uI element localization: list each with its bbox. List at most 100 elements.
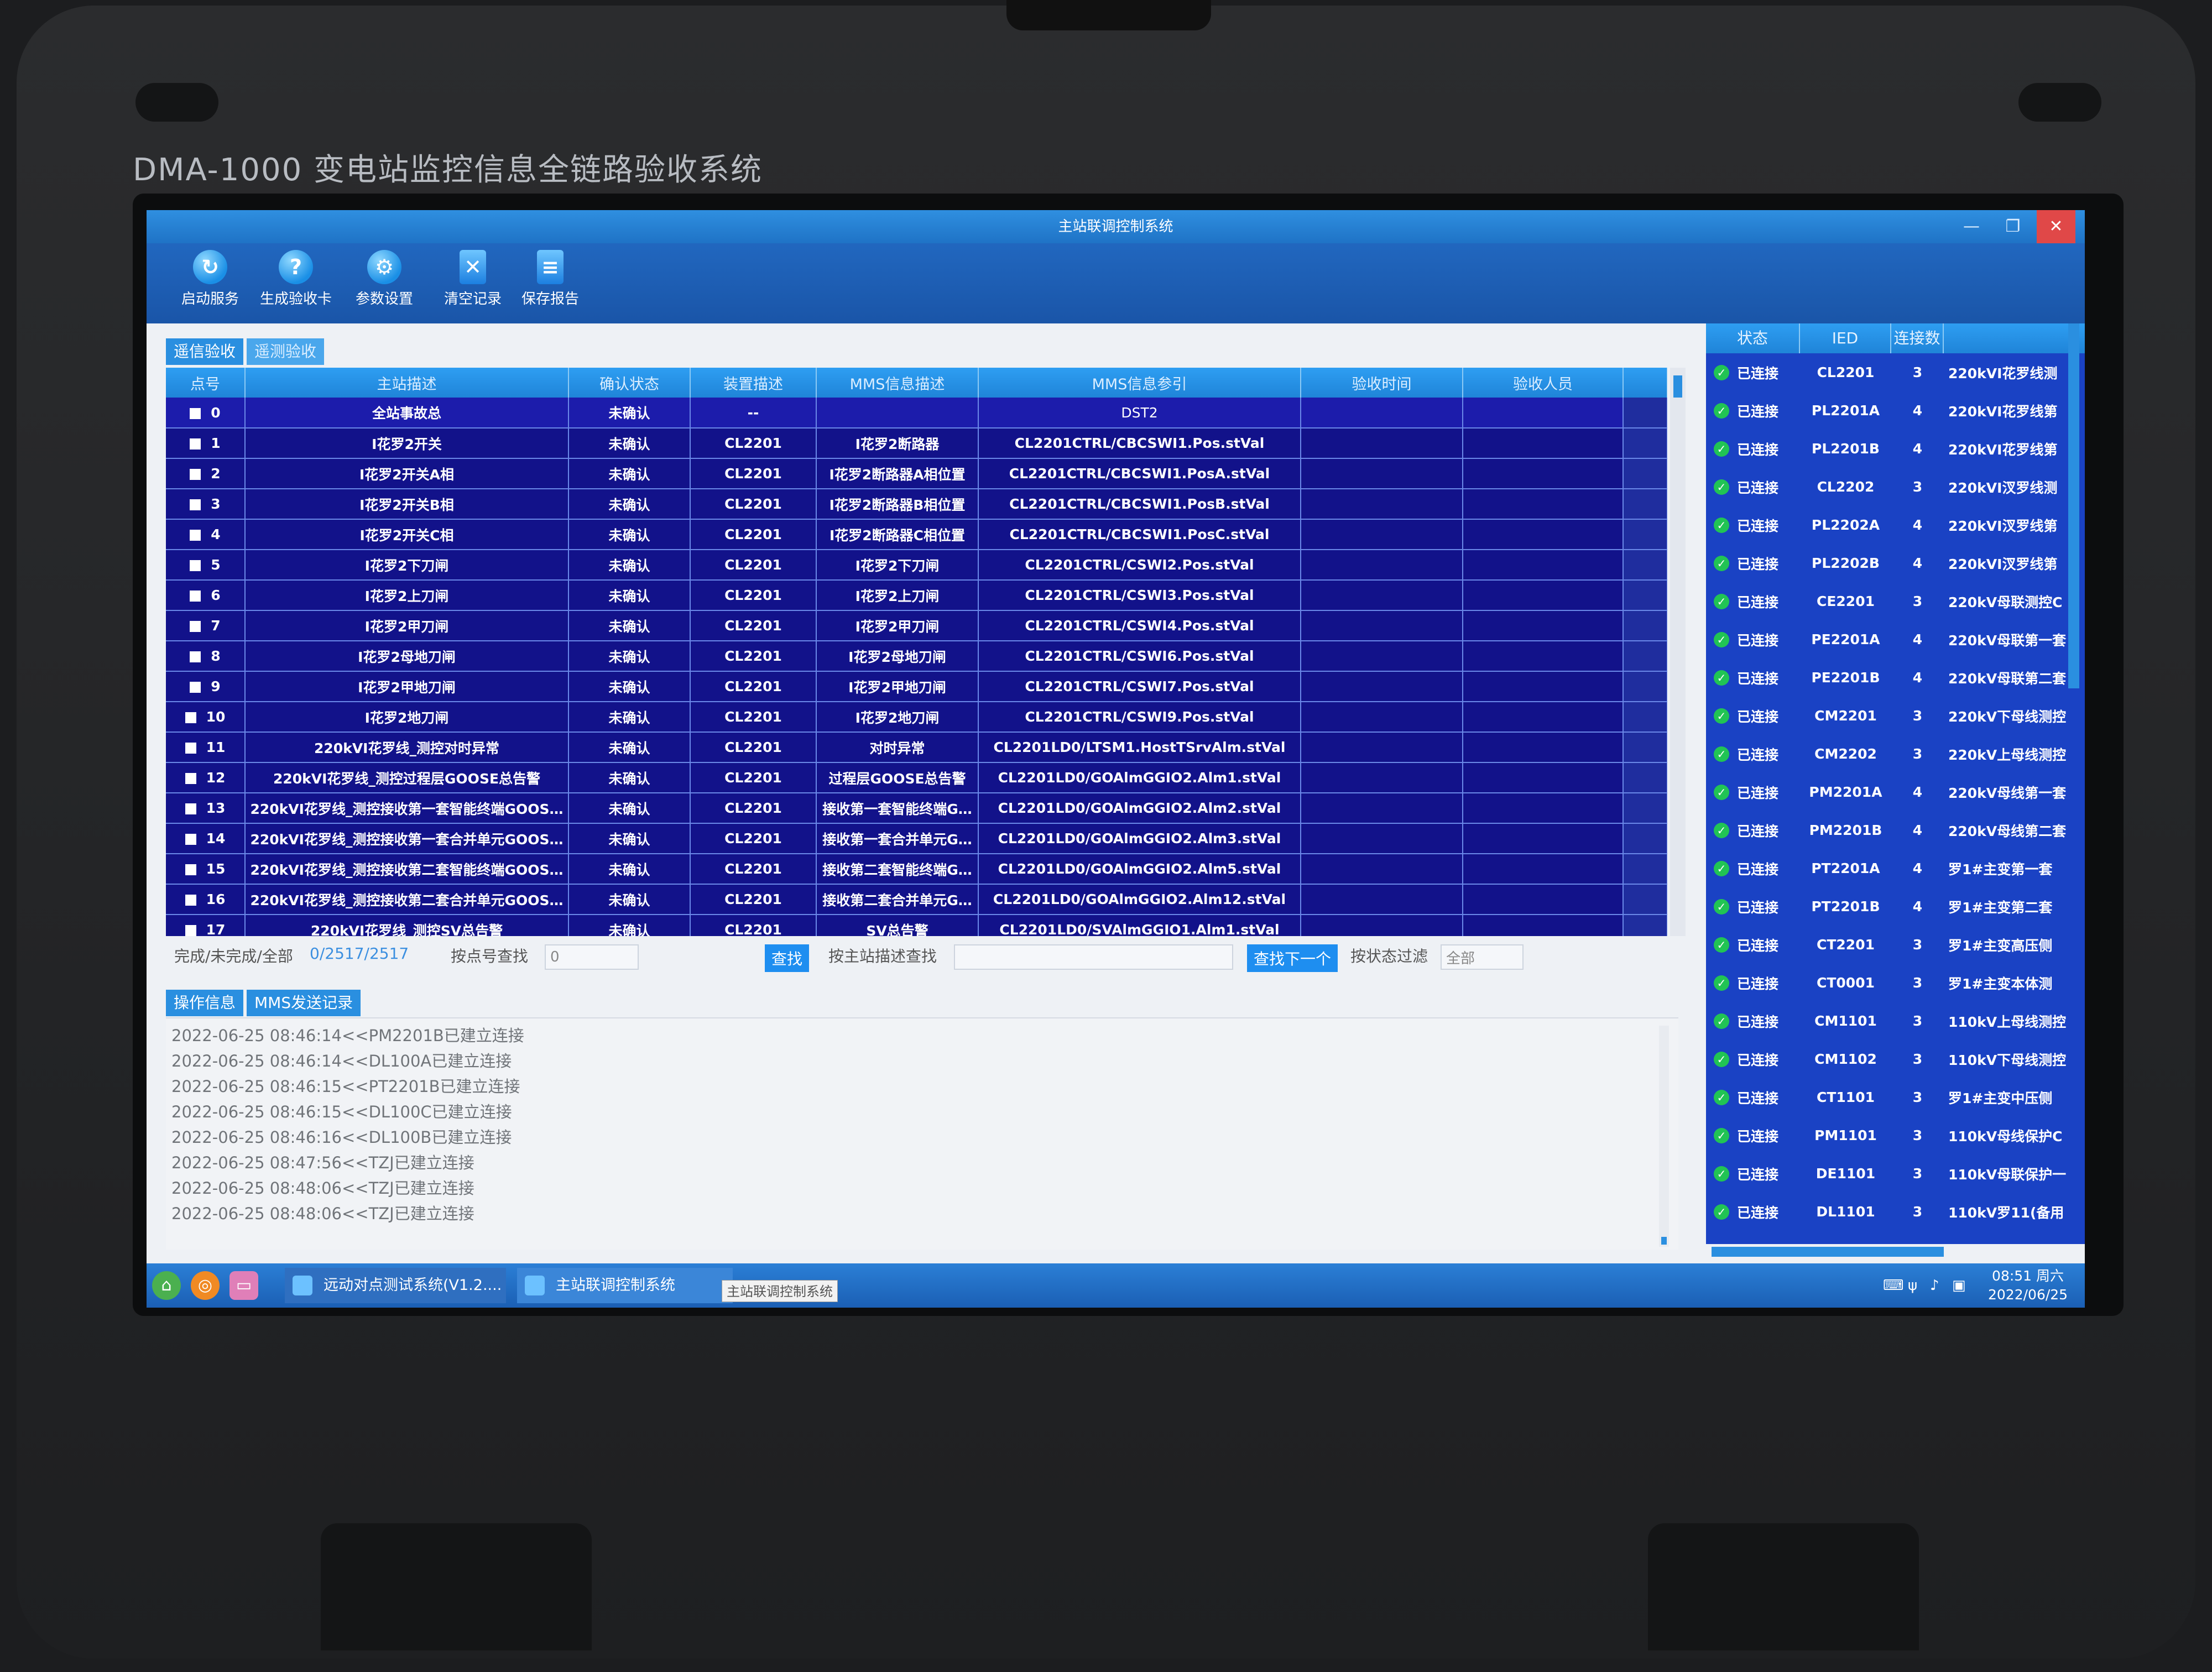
ied-row[interactable]: ✓ 已连接 PE2201A 4 220kV母联第一套 bbox=[1706, 620, 2085, 659]
table-scrollbar[interactable] bbox=[1670, 368, 1686, 936]
keyboard-icon[interactable]: ⌨ bbox=[1883, 1263, 1904, 1308]
column-header[interactable]: MMS信息参引 bbox=[978, 368, 1301, 398]
ied-row[interactable]: ✓ 已连接 PT2201A 4 罗1#主变第一套 bbox=[1706, 849, 2085, 887]
ied-column-header[interactable]: IED bbox=[1800, 323, 1891, 353]
ied-row[interactable]: ✓ 已连接 CT0001 3 罗1#主变本体测 bbox=[1706, 964, 2085, 1002]
table-row[interactable]: 7 Ⅰ花罗2甲刀闸 未确认 CL2201 Ⅰ花罗2甲刀闸 CL2201CTRL/CSWI4… bbox=[166, 610, 1667, 641]
ied-row[interactable]: ✓ 已连接 PM2201A 4 220kV母线第一套 bbox=[1706, 773, 2085, 811]
table-row[interactable]: 2 Ⅰ花罗2开关A相 未确认 CL2201 Ⅰ花罗2断路器A相位置 CL2201CTRL/… bbox=[166, 458, 1667, 489]
ied-row[interactable]: ✓ 已连接 DE1101 3 110kV母联保护一 bbox=[1706, 1154, 2085, 1193]
file-manager-icon[interactable]: ▭ bbox=[229, 1271, 258, 1300]
table-row[interactable]: 9 Ⅰ花罗2甲地刀闸 未确认 CL2201 Ⅰ花罗2甲地刀闸 CL2201CTRL/CSW… bbox=[166, 671, 1667, 702]
row-checkbox[interactable] bbox=[185, 712, 196, 723]
browser-icon[interactable]: ◎ bbox=[191, 1271, 220, 1300]
ied-row[interactable]: ✓ 已连接 PL2201A 4 220kVⅠ花罗线第 bbox=[1706, 391, 2085, 430]
tab-remote-measure[interactable]: 遥测验收 bbox=[247, 338, 325, 365]
usb-icon[interactable]: ψ bbox=[1908, 1263, 1917, 1308]
row-checkbox[interactable] bbox=[190, 682, 201, 693]
point-number-input[interactable] bbox=[545, 944, 639, 970]
home-icon[interactable]: ⌂ bbox=[152, 1271, 181, 1300]
row-checkbox[interactable] bbox=[185, 895, 196, 906]
table-row[interactable]: 0 全站事故总 未确认 -- DST2 bbox=[166, 398, 1667, 429]
ied-row[interactable]: ✓ 已连接 PL2202B 4 220kVⅠ汊罗线第 bbox=[1706, 544, 2085, 582]
row-checkbox[interactable] bbox=[190, 591, 201, 602]
clear-records-button[interactable]: ✕ 清空记录 bbox=[431, 248, 514, 320]
tab-operation-info[interactable]: 操作信息 bbox=[166, 990, 244, 1016]
row-checkbox[interactable] bbox=[185, 773, 196, 784]
taskbar-task-master-station[interactable]: 主站联调控制系统 bbox=[517, 1268, 733, 1303]
ied-row[interactable]: ✓ 已连接 CM1102 3 110kV下母线测控 bbox=[1706, 1040, 2085, 1078]
ied-row[interactable]: ✓ 已连接 PM1101 3 110kV母线保护C bbox=[1706, 1116, 2085, 1154]
row-checkbox[interactable] bbox=[190, 560, 201, 571]
ied-row[interactable]: ✓ 已连接 DL1101 3 110kV罗11(备用 bbox=[1706, 1193, 2085, 1231]
table-row[interactable]: 6 Ⅰ花罗2上刀闸 未确认 CL2201 Ⅰ花罗2上刀闸 CL2201CTRL/CSWI3… bbox=[166, 580, 1667, 611]
row-checkbox[interactable] bbox=[185, 803, 196, 814]
ied-row[interactable]: ✓ 已连接 CT1101 3 罗1#主变中压侧 bbox=[1706, 1078, 2085, 1116]
taskbar-task-telecontrol[interactable]: 远动对点测试系统(V1.2.... bbox=[285, 1268, 506, 1303]
ied-row[interactable]: ✓ 已连接 CM2201 3 220kV下母线测控 bbox=[1706, 697, 2085, 735]
row-checkbox[interactable] bbox=[190, 438, 201, 450]
ied-row[interactable]: ✓ 已连接 CM2202 3 220kV上母线测控 bbox=[1706, 735, 2085, 773]
table-row[interactable]: 11 220kVⅠ花罗线_测控对时异常 未确认 CL2201 对时异常 CL2201LD0… bbox=[166, 732, 1667, 763]
ied-row[interactable]: ✓ 已连接 PE2201B 4 220kV母联第二套 bbox=[1706, 659, 2085, 697]
minimize-button[interactable]: — bbox=[1952, 210, 1991, 243]
ied-vertical-scrollbar[interactable] bbox=[2068, 323, 2079, 688]
table-row[interactable]: 16 220kVⅠ花罗线_测控接收第二套合并单元GOOS… 未确认 CL2201 接收第… bbox=[166, 884, 1667, 915]
column-header[interactable]: MMS信息描述 bbox=[816, 368, 979, 398]
row-checkbox[interactable] bbox=[190, 499, 201, 510]
table-row[interactable]: 17 220kVⅠ花罗线_测控SV总告警 未确认 CL2201 SV总告警 CL2201L… bbox=[166, 915, 1667, 936]
row-checkbox[interactable] bbox=[190, 621, 201, 632]
table-row[interactable]: 5 Ⅰ花罗2下刀闸 未确认 CL2201 Ⅰ花罗2下刀闸 CL2201CTRL/CSWI2… bbox=[166, 550, 1667, 581]
table-row[interactable]: 8 Ⅰ花罗2母地刀闸 未确认 CL2201 Ⅰ花罗2母地刀闸 CL2201CTRL/CSW… bbox=[166, 641, 1667, 672]
start-service-button[interactable]: ↻ 启动服务 bbox=[169, 248, 252, 320]
ied-horizontal-scrollbar[interactable] bbox=[1712, 1247, 1944, 1257]
table-row[interactable]: 15 220kVⅠ花罗线_测控接收第二套智能终端GOOS… 未确认 CL2201 接收第… bbox=[166, 854, 1667, 885]
column-header[interactable]: 验收人员 bbox=[1463, 368, 1624, 398]
table-row[interactable]: 14 220kVⅠ花罗线_测控接收第一套合并单元GOOS… 未确认 CL2201 接收第… bbox=[166, 823, 1667, 854]
ied-row[interactable]: ✓ 已连接 CM1101 3 110kV上母线测控 bbox=[1706, 1002, 2085, 1040]
close-button[interactable]: ✕ bbox=[2037, 210, 2075, 243]
ied-row[interactable]: ✓ 已连接 PT2201B 4 罗1#主变第二套 bbox=[1706, 887, 2085, 926]
ied-row[interactable]: ✓ 已连接 PL2201B 4 220kVⅠ花罗线第 bbox=[1706, 430, 2085, 468]
ied-row[interactable]: ✓ 已连接 PM2201B 4 220kV母线第二套 bbox=[1706, 811, 2085, 849]
row-checkbox[interactable] bbox=[190, 469, 201, 480]
table-row[interactable]: 10 Ⅰ花罗2地刀闸 未确认 CL2201 Ⅰ花罗2地刀闸 CL2201CTRL/CSWI… bbox=[166, 702, 1667, 733]
table-scrollbar-thumb[interactable] bbox=[1673, 375, 1682, 398]
volume-icon[interactable]: ♪ bbox=[1930, 1263, 1939, 1308]
row-checkbox[interactable] bbox=[185, 864, 196, 875]
row-checkbox[interactable] bbox=[190, 530, 201, 541]
ied-row[interactable]: ✓ 已连接 CL2201 3 220kVⅠ花罗线测 bbox=[1706, 353, 2085, 391]
ied-row[interactable]: ✓ 已连接 CE2201 3 220kV母联测控C bbox=[1706, 582, 2085, 620]
find-button[interactable]: 查找 bbox=[765, 944, 810, 972]
table-row[interactable]: 13 220kVⅠ花罗线_测控接收第一套智能终端GOOS… 未确认 CL2201 接收第… bbox=[166, 793, 1667, 824]
ied-row[interactable]: ✓ 已连接 CT2201 3 罗1#主变高压侧 bbox=[1706, 926, 2085, 964]
tab-remote-signal[interactable]: 遥信验收 bbox=[166, 338, 244, 365]
generate-card-button[interactable]: ? 生成验收卡 bbox=[254, 248, 337, 320]
table-row[interactable]: 1 Ⅰ花罗2开关 未确认 CL2201 Ⅰ花罗2断路器 CL2201CTRL/CBCSWI… bbox=[166, 428, 1667, 459]
column-header[interactable]: 确认状态 bbox=[568, 368, 691, 398]
log-scrollbar[interactable] bbox=[1659, 1026, 1669, 1247]
maximize-button[interactable]: ❐ bbox=[1994, 210, 2032, 243]
network-icon[interactable]: ▣ bbox=[1952, 1263, 1966, 1308]
ied-column-header[interactable]: 连接数 bbox=[1891, 323, 1944, 353]
tab-mms-send-log[interactable]: MMS发送记录 bbox=[247, 990, 361, 1016]
ied-row[interactable]: ✓ 已连接 PL2202A 4 220kVⅠ汊罗线第 bbox=[1706, 506, 2085, 544]
row-checkbox[interactable] bbox=[185, 834, 196, 845]
row-checkbox[interactable] bbox=[185, 743, 196, 754]
column-header[interactable]: 验收时间 bbox=[1301, 368, 1463, 398]
table-row[interactable]: 12 220kVⅠ花罗线_测控过程层GOOSE总告警 未确认 CL2201 过程层GOO… bbox=[166, 762, 1667, 793]
column-header[interactable]: 主站描述 bbox=[245, 368, 569, 398]
taskbar-clock[interactable]: 08:51 周六 2022/06/25 bbox=[1988, 1267, 2068, 1304]
settings-button[interactable]: ⚙ 参数设置 bbox=[343, 248, 426, 320]
row-checkbox[interactable] bbox=[185, 925, 196, 936]
ied-row[interactable]: ✓ 已连接 CL2202 3 220kVⅠ汊罗线测 bbox=[1706, 468, 2085, 506]
status-filter-select[interactable] bbox=[1441, 944, 1524, 970]
table-row[interactable]: 3 Ⅰ花罗2开关B相 未确认 CL2201 Ⅰ花罗2断路器B相位置 CL2201CTRL/… bbox=[166, 489, 1667, 520]
log-scrollbar-thumb[interactable] bbox=[1661, 1237, 1667, 1245]
ied-column-header[interactable]: 状态 bbox=[1706, 323, 1800, 353]
desc-search-input[interactable] bbox=[954, 944, 1233, 970]
column-header[interactable]: 装置描述 bbox=[690, 368, 817, 398]
find-next-button[interactable]: 查找下一个 bbox=[1247, 944, 1338, 972]
table-row[interactable]: 4 Ⅰ花罗2开关C相 未确认 CL2201 Ⅰ花罗2断路器C相位置 CL2201CTRL/… bbox=[166, 519, 1667, 550]
column-header[interactable]: 点号 bbox=[166, 368, 246, 398]
